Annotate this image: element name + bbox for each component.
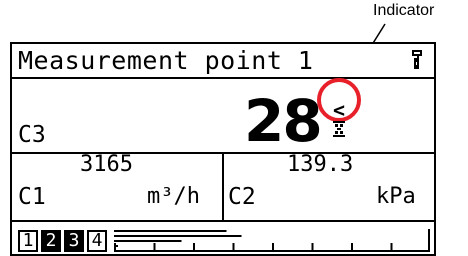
bargraph-low-bar — [114, 240, 182, 242]
c1-label: C1 — [18, 184, 46, 210]
page-indicator-1[interactable]: 1 — [18, 230, 38, 252]
bargraph-tick — [390, 243, 393, 251]
main-measurement-value: 28 — [244, 87, 323, 155]
lock-icon[interactable] — [408, 48, 426, 72]
title-divider — [12, 77, 434, 79]
bargraph-tick — [193, 243, 195, 251]
c2-unit: kPa — [376, 184, 416, 209]
bargraph-tick — [272, 243, 274, 251]
c1-value: 3165 — [80, 152, 133, 177]
hourglass-icon — [333, 121, 345, 137]
channel-divider — [222, 152, 224, 220]
lcd-display: Measurement point 1 28 < C3 3165 C1 m³/h… — [10, 42, 436, 256]
bargraph-tick — [153, 243, 156, 251]
bargraph-tick — [311, 243, 314, 251]
main-channel-label: C3 — [18, 122, 46, 148]
bargraph-tick — [114, 243, 116, 251]
bargraph-tick — [428, 229, 430, 251]
c2-value: 139.3 — [287, 152, 354, 177]
indicator-symbol: < — [333, 98, 346, 122]
c2-label: C2 — [228, 184, 256, 210]
bargraph — [114, 229, 430, 252]
measurement-point-title: Measurement point 1 — [18, 46, 314, 75]
page-indicator-4[interactable]: 4 — [87, 230, 107, 252]
bargraph-tick — [351, 243, 353, 251]
bargraph-top-bar — [114, 230, 227, 232]
c1-unit: m³/h — [147, 184, 200, 209]
page-indicator-3[interactable]: 3 — [64, 230, 84, 252]
bargraph-tick — [232, 243, 235, 251]
page-indicator-2[interactable]: 2 — [41, 230, 61, 252]
bargraph-mid-bar — [114, 235, 242, 237]
